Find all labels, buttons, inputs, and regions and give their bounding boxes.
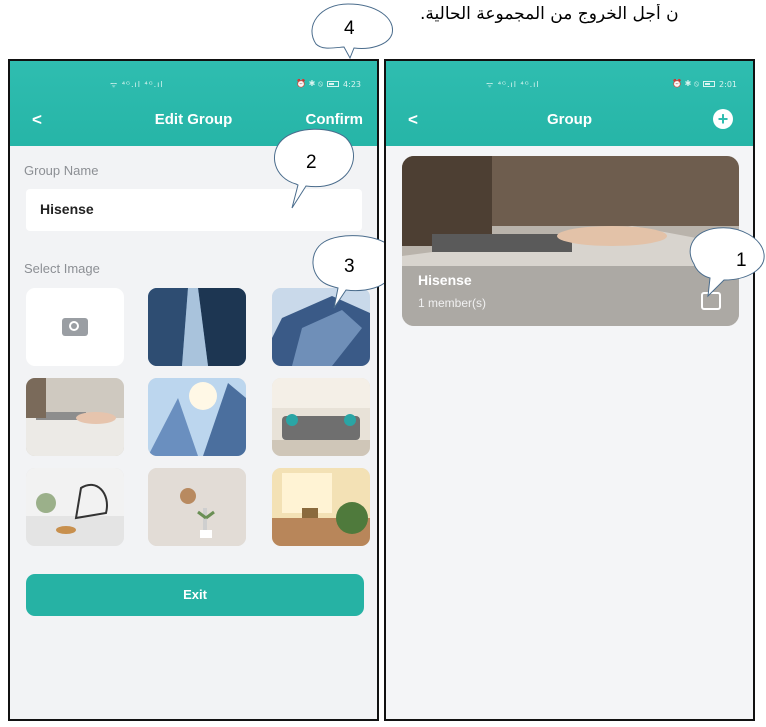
callout-4: 4 [311, 3, 393, 60]
image-option-sky-skyscraper[interactable] [148, 378, 246, 456]
group-name-label: Group Name [24, 163, 99, 178]
status-icons: ⏰ ✱ ⦸ [296, 79, 324, 88]
battery-icon [327, 81, 340, 87]
status-time: 4:23 [343, 79, 361, 89]
callout-1: 1 [689, 227, 765, 298]
callout-2: 2 [274, 128, 354, 209]
group-screen: ᯤ ⁴ᴳ.ıl ⁴ᴳ.ıl ⏰ ✱ ⦸ 2:01 < Group + Hisen… [384, 59, 755, 721]
image-option-glass-tower[interactable] [148, 288, 246, 366]
image-option-kitchen-window[interactable] [272, 468, 370, 546]
signal-icons: ᯤ ⁴ᴳ.ıl ⁴ᴳ.ıl [110, 80, 164, 89]
callout-1-number: 1 [736, 250, 747, 271]
camera-icon [62, 318, 88, 336]
plus-circle-icon[interactable]: + [713, 109, 733, 129]
status-bar: ᯤ ⁴ᴳ.ıl ⁴ᴳ.ıl ⏰ ✱ ⦸ 4:23 [10, 77, 377, 91]
image-option-wall-clock-plant[interactable] [148, 468, 246, 546]
status-bar: ᯤ ⁴ᴳ.ıl ⁴ᴳ.ıl ⏰ ✱ ⦸ 2:01 [386, 77, 753, 91]
battery-icon [703, 81, 716, 87]
image-option-office-laptop[interactable] [26, 378, 124, 456]
callout-3-number: 3 [344, 256, 355, 277]
group-name-value: Hisense [40, 201, 94, 217]
status-icons: ⏰ ✱ ⦸ [672, 79, 700, 88]
signal-icons: ᯤ ⁴ᴳ.ıl ⁴ᴳ.ıl [486, 80, 540, 89]
camera-upload-button[interactable] [26, 288, 124, 366]
select-image-label: Select Image [24, 261, 100, 276]
exit-button[interactable]: Exit [26, 574, 364, 616]
callout-2-number: 2 [306, 152, 317, 173]
page-title: Group [547, 111, 592, 128]
callout-4-number: 4 [344, 18, 355, 39]
member-count: 1 member(s) [418, 296, 487, 310]
image-option-living-room-sofa[interactable] [272, 378, 370, 456]
app-bar: ᯤ ⁴ᴳ.ıl ⁴ᴳ.ıl ⏰ ✱ ⦸ 2:01 < Group + [386, 61, 753, 146]
status-time: 2:01 [719, 79, 737, 89]
instruction-caption: ن أجل الخروج من المجموعة الحالية. [420, 4, 679, 24]
image-option-table-decor[interactable] [26, 468, 124, 546]
group-name: Hisense [418, 272, 472, 288]
